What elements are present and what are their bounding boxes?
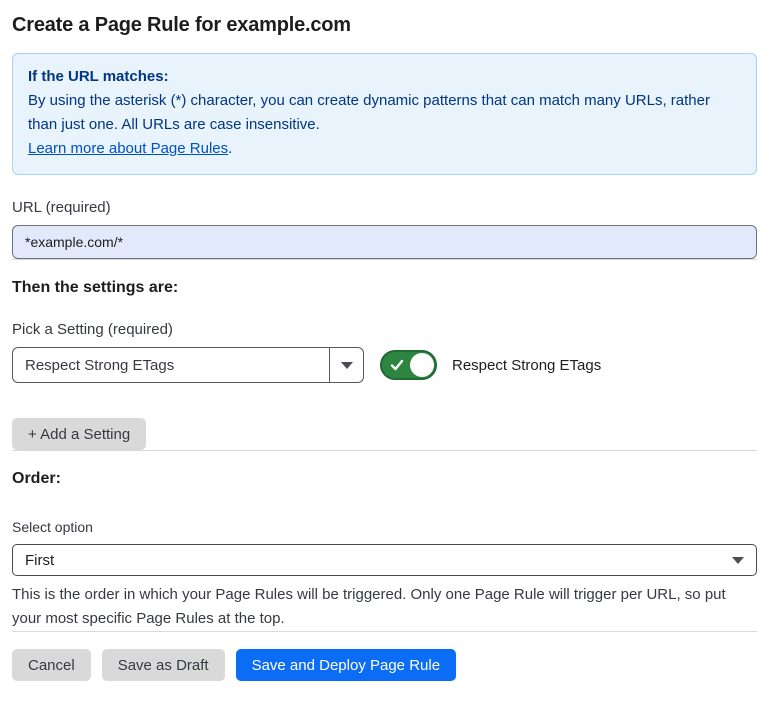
order-select-label: Select option xyxy=(12,519,757,535)
info-box-link-line: Learn more about Page Rules. xyxy=(28,137,741,161)
cancel-button[interactable]: Cancel xyxy=(12,649,91,681)
toggle-label: Respect Strong ETags xyxy=(452,357,601,374)
settings-section-heading: Then the settings are: xyxy=(12,279,757,297)
chevron-down-icon xyxy=(341,362,353,369)
save-draft-button[interactable]: Save as Draft xyxy=(102,649,225,681)
toggle-knob xyxy=(410,353,434,377)
info-box-body: By using the asterisk (*) character, you… xyxy=(28,89,741,137)
info-box-heading: If the URL matches: xyxy=(28,65,741,89)
learn-more-link[interactable]: Learn more about Page Rules xyxy=(28,140,228,157)
page-title: Create a Page Rule for example.com xyxy=(12,14,757,37)
url-field-label: URL (required) xyxy=(12,199,757,216)
url-input[interactable] xyxy=(12,225,757,259)
section-divider xyxy=(12,259,757,260)
footer-actions: Cancel Save as Draft Save and Deploy Pag… xyxy=(12,649,757,681)
footer-divider xyxy=(12,631,757,632)
chevron-down-icon xyxy=(732,557,744,564)
pick-setting-label: Pick a Setting (required) xyxy=(12,321,757,338)
add-setting-button[interactable]: + Add a Setting xyxy=(12,418,146,450)
url-matches-info-box: If the URL matches: By using the asteris… xyxy=(12,53,757,175)
order-select[interactable]: First xyxy=(12,544,757,576)
order-select-value: First xyxy=(25,552,732,569)
check-icon xyxy=(390,358,404,372)
link-period: . xyxy=(228,140,232,157)
respect-strong-etags-toggle[interactable] xyxy=(380,350,437,380)
save-deploy-button[interactable]: Save and Deploy Page Rule xyxy=(236,649,456,681)
order-section-heading: Order: xyxy=(12,470,757,488)
order-help-text: This is the order in which your Page Rul… xyxy=(12,583,752,631)
section-divider xyxy=(12,450,757,451)
setting-row: Respect Strong ETags Respect Strong ETag… xyxy=(12,347,757,383)
setting-select-value: Respect Strong ETags xyxy=(13,348,329,382)
setting-select[interactable]: Respect Strong ETags xyxy=(12,347,364,383)
setting-select-arrow-button[interactable] xyxy=(329,348,363,382)
